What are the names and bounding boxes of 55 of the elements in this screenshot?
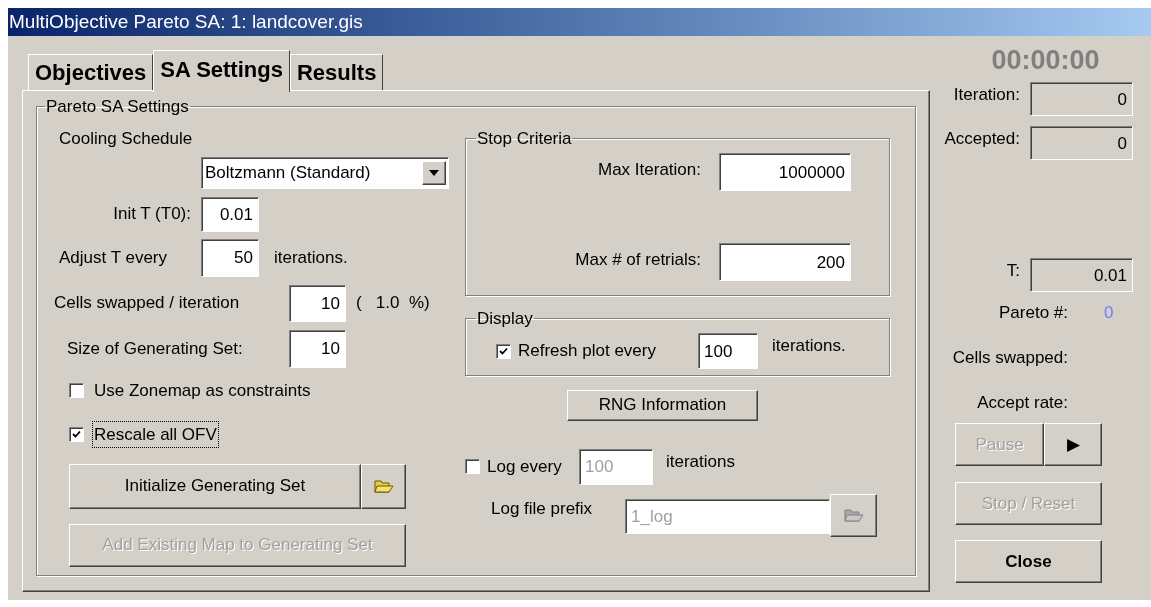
input-field[interactable]: 10 [289,329,346,368]
checkbox-label: Log every [487,455,563,478]
status-value[interactable]: 0 [1030,82,1133,116]
field-label: Size of Generating Set: [67,338,243,358]
pareto-count: 0 [1104,302,1114,325]
input-field[interactable]: 1000000 [719,153,851,191]
field-label: Max Iteration: [598,160,701,179]
field-label: Log file prefix [491,497,594,520]
tab[interactable]: Results [289,54,384,90]
timer: 00:00:00 [991,47,1100,74]
checkbox[interactable] [69,383,84,398]
open-folder-button[interactable] [830,493,877,537]
close-button[interactable]: Close [955,540,1102,583]
input-field[interactable]: 0.01 [201,196,259,232]
field-label: Cooling Schedule [59,127,193,150]
input-field[interactable]: 10 [289,284,346,322]
open-folder-icon [843,507,864,523]
input-field[interactable]: 200 [719,243,851,281]
status-value[interactable]: 0 [1030,126,1133,160]
unit-label: iterations [666,450,735,473]
cooling-schedule-dropdown[interactable]: Boltzmann (Standard) [201,156,449,189]
open-folder-button[interactable] [361,463,406,509]
percent-label: ( 1.0 %) [356,292,430,315]
status-label: Cells swapped: [952,348,1068,367]
status-label: Pareto #: [999,303,1068,323]
group-title: Pareto SA Settings [45,96,190,118]
status-label: Accepted: [944,129,1020,148]
initialize-button[interactable]: Initialize Generating Set [69,463,361,509]
field-label: Cells swapped / iteration [54,293,240,313]
field-label: Adjust T every [59,247,168,267]
field-label: Max # of retrials: [575,250,701,269]
play-button[interactable]: ▶ [1044,423,1102,466]
window-title: MultiObjective Pareto SA: 1: landcover.gis [8,8,1151,36]
checkbox-label: Refresh plot every [518,340,657,363]
input-field[interactable]: 100 [698,333,758,369]
status-label: Iteration: [953,85,1020,104]
field-label: Init T (T0): [113,204,191,224]
rng-information-button[interactable]: RNG Information [567,389,758,421]
input-field[interactable]: 50 [201,238,259,277]
tab[interactable]: SA Settings [153,50,290,92]
group-title: Stop Criteria [476,127,573,150]
checkbox-label[interactable]: Rescale all OFV [92,420,219,449]
unit-label: iterations. [274,246,348,269]
tab[interactable]: Objectives [28,54,154,90]
checkbox-label[interactable]: Use Zonemap as constraints [92,376,313,405]
unit-label: iterations. [772,335,846,357]
checkmark-icon [72,430,81,439]
open-folder-icon [373,478,394,494]
checkbox[interactable] [69,427,84,442]
checkbox[interactable] [496,343,511,359]
status-label: Accept rate: [977,393,1068,412]
status-value[interactable]: 0.01 [1030,258,1133,292]
group-title: Display [476,307,534,330]
checkmark-icon [499,346,508,356]
status-label: T: [1006,261,1020,280]
